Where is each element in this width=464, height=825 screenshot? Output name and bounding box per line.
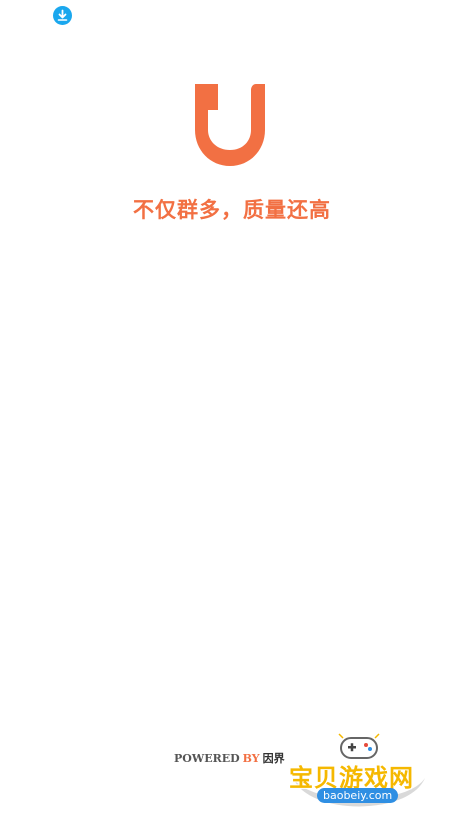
brand-name: 因界 xyxy=(262,752,285,765)
download-notification-icon xyxy=(53,6,72,25)
download-arrow-icon xyxy=(57,9,68,21)
powered-by-footer: POWERED BY 因界 xyxy=(174,750,285,766)
watermark-logo: 宝贝游戏网 baobeiy.com xyxy=(287,732,437,820)
slogan-text: 不仅群多，质量还高 xyxy=(133,198,331,222)
watermark-url: baobeiy.com xyxy=(317,788,399,803)
splash-screen: 不仅群多，质量还高 POWERED BY 因界 宝贝游戏网 baobeiy.com xyxy=(0,0,464,825)
app-u-logo-icon xyxy=(195,84,265,166)
by-label: BY xyxy=(242,752,260,765)
powered-label: POWERED xyxy=(174,752,240,765)
